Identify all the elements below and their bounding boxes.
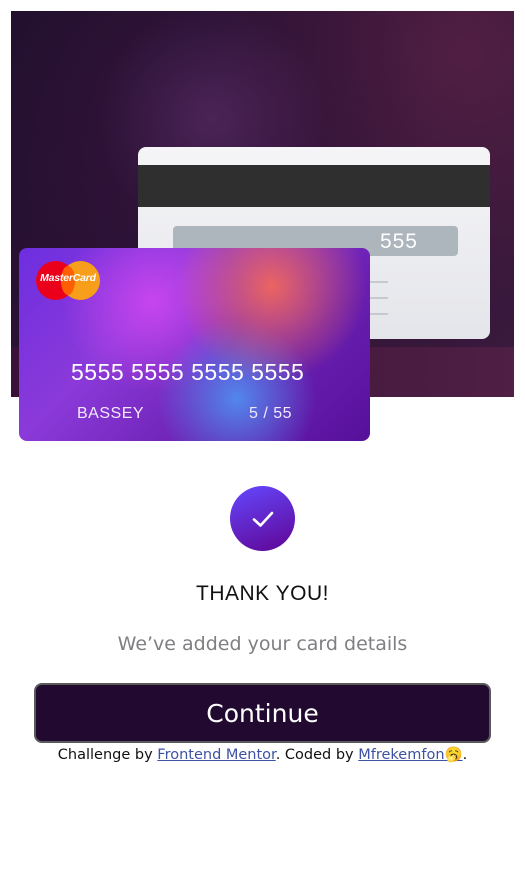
mastercard-wordmark: MasterCard	[40, 272, 96, 284]
page: 555 MasterCard 5555 5555 5555 5555 BASSE…	[0, 0, 525, 889]
card-number: 5555 5555 5555 5555	[71, 359, 305, 385]
decor-line	[370, 313, 388, 315]
card-holder-name: BASSEY	[77, 405, 145, 422]
confirmation-message: We’ve added your card details	[117, 633, 408, 655]
attribution-middle: . Coded by	[275, 747, 359, 763]
success-badge	[230, 486, 295, 551]
card-back-decor-lines	[370, 281, 388, 329]
card-expiry: 5 / 55	[249, 405, 293, 422]
decor-line	[370, 297, 388, 299]
card-cvc: 555	[379, 230, 418, 253]
yawning-emoji-icon: 🥱	[444, 747, 463, 763]
attribution-suffix: .	[462, 747, 468, 763]
card-front: MasterCard 5555 5555 5555 5555 BASSEY 5 …	[19, 248, 370, 441]
check-icon	[252, 511, 274, 527]
frontend-mentor-link[interactable]: Frontend Mentor	[157, 747, 275, 763]
thank-you-heading: THANK YOU!	[196, 582, 329, 605]
attribution-prefix: Challenge by	[57, 747, 158, 763]
attribution: Challenge by Frontend Mentor. Coded by M…	[0, 746, 525, 763]
author-name: Mfrekemfon	[358, 747, 445, 763]
mastercard-logo: MasterCard	[36, 261, 100, 301]
magnetic-stripe	[138, 165, 490, 207]
author-link[interactable]: Mfrekemfon🥱	[358, 747, 462, 763]
continue-button[interactable]: Continue	[34, 683, 491, 743]
decor-line	[370, 281, 388, 283]
